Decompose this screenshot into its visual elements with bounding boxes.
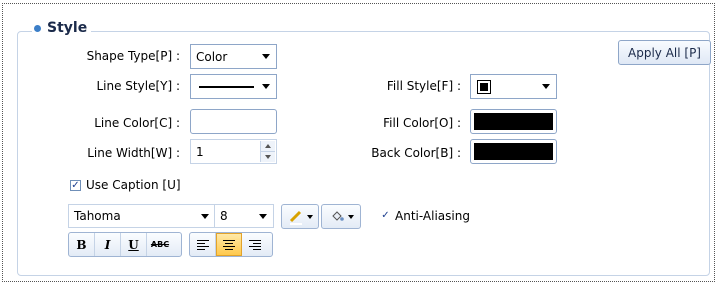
- font-size-select[interactable]: 8: [214, 204, 274, 228]
- shape-type-select[interactable]: Color: [190, 44, 277, 69]
- pencil-icon: [289, 210, 302, 225]
- fill-style-select[interactable]: [470, 74, 557, 99]
- group-title: Style: [32, 20, 92, 36]
- fill-color-picker[interactable]: [470, 109, 557, 134]
- fill-color-label: Fill Color[O] :: [383, 116, 461, 130]
- bold-button[interactable]: B: [69, 233, 95, 256]
- spin-down-icon[interactable]: [261, 151, 275, 162]
- use-caption-label: Use Caption [U]: [86, 178, 181, 192]
- font-size-value: 8: [220, 209, 228, 223]
- font-family-select[interactable]: Tahoma: [68, 204, 216, 228]
- italic-button[interactable]: I: [95, 233, 121, 256]
- font-color-button[interactable]: [281, 204, 319, 229]
- shape-type-value: Color: [196, 49, 228, 64]
- use-caption-checkbox[interactable]: ✓: [70, 180, 81, 191]
- align-left-icon: [196, 239, 209, 250]
- fill-swatch-icon: [477, 79, 491, 94]
- font-family-value: Tahoma: [74, 209, 121, 223]
- shape-type-label: Shape Type[P] :: [86, 49, 180, 63]
- line-color-picker[interactable]: [190, 109, 277, 134]
- align-left-button[interactable]: [190, 233, 216, 256]
- anti-aliasing-checkbox[interactable]: ✓: [380, 210, 391, 221]
- paint-bucket-icon: [331, 210, 344, 221]
- chevron-down-icon: [542, 84, 550, 89]
- back-color-picker[interactable]: [470, 139, 557, 164]
- back-color-swatch: [474, 143, 553, 160]
- spin-up-icon[interactable]: [261, 141, 275, 151]
- alignment-group: [189, 232, 273, 257]
- chevron-down-icon: [259, 213, 267, 219]
- fill-color-button[interactable]: [321, 204, 361, 229]
- spin-buttons[interactable]: [260, 141, 275, 162]
- chevron-down-icon: [262, 54, 270, 59]
- text-style-group: B I U ABC: [68, 232, 182, 257]
- align-center-button[interactable]: [216, 233, 242, 256]
- apply-all-button[interactable]: Apply All [P]: [618, 40, 711, 65]
- align-right-button[interactable]: [242, 233, 268, 256]
- underline-button[interactable]: U: [121, 233, 147, 256]
- chevron-down-icon: [306, 214, 313, 219]
- fill-color-swatch: [474, 113, 553, 130]
- line-width-label: Line Width[W] :: [87, 146, 180, 160]
- strikethrough-button[interactable]: ABC: [147, 233, 173, 256]
- align-center-icon: [223, 239, 235, 250]
- bullet-icon: [34, 24, 41, 32]
- line-style-label: Line Style[Y] :: [96, 79, 180, 93]
- solid-line-sample: [199, 85, 254, 88]
- line-color-label: Line Color[C] :: [94, 116, 180, 130]
- line-width-value: 1: [196, 145, 204, 159]
- fill-style-label: Fill Style[F] :: [386, 79, 461, 93]
- chevron-down-icon: [262, 84, 270, 89]
- anti-aliasing-label: Anti-Aliasing: [395, 209, 470, 223]
- back-color-label: Back Color[B] :: [371, 146, 461, 160]
- chevron-down-icon: [201, 213, 209, 219]
- line-style-select[interactable]: [190, 74, 277, 99]
- group-title-text: Style: [47, 20, 88, 36]
- chevron-down-icon: [347, 214, 354, 219]
- align-right-icon: [249, 239, 261, 250]
- line-width-spinner[interactable]: 1: [190, 139, 277, 164]
